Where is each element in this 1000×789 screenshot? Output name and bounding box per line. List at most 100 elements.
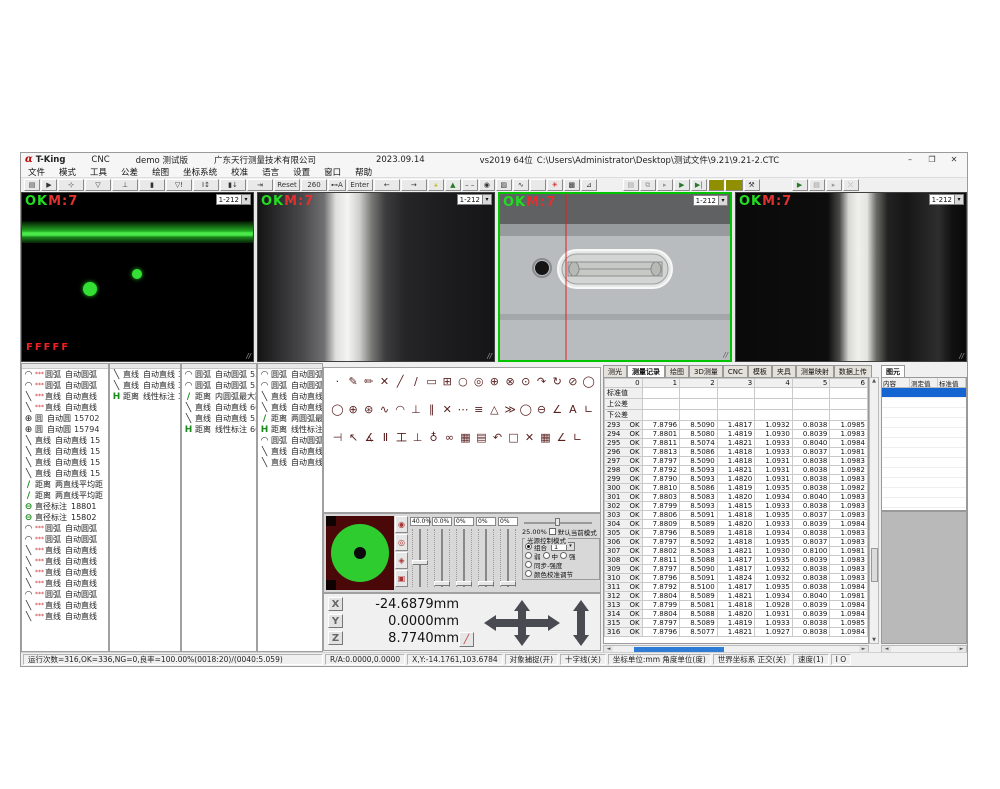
toolbox-tool-icon[interactable]: ✏: [361, 374, 376, 388]
toolbox-tool-icon[interactable]: ⊖: [534, 402, 549, 416]
table-row[interactable]: 316OK7.87968.50771.48211.09270.80381.098…: [605, 628, 868, 637]
light-slider-3[interactable]: 0%: [453, 516, 475, 592]
dither-2-button[interactable]: ▩: [564, 179, 580, 191]
table-row[interactable]: 297OK7.87978.50901.48181.09310.80381.098…: [605, 457, 868, 466]
tab-测量映射[interactable]: 测量映射: [796, 365, 834, 377]
feature-row[interactable]: ╲直线自动直线66: [182, 402, 256, 413]
ring-light-indicator[interactable]: [326, 516, 394, 590]
toolbox-tool-icon[interactable]: ·: [330, 374, 345, 388]
toolbox-tool-icon[interactable]: Ⅱ: [378, 430, 393, 444]
chart-tool-button[interactable]: ⊿: [581, 179, 597, 191]
table-row[interactable]: 314OK7.88048.50881.48201.09310.80391.098…: [605, 610, 868, 619]
feature-row[interactable]: ⊕圆自动圆15702: [22, 413, 108, 424]
table-row[interactable]: 307OK7.88028.50831.48211.09300.81001.098…: [605, 547, 868, 556]
feature-row[interactable]: ╲直线自动直线15: [22, 468, 108, 479]
feature-row[interactable]: H距离线性标注66: [182, 424, 256, 435]
shield-up-button[interactable]: ▽: [85, 179, 111, 191]
toolbox-tool-icon[interactable]: ◠: [393, 402, 408, 416]
feature-row[interactable]: ╲***直线自动直线: [22, 578, 108, 589]
toolbox-tool-icon[interactable]: ∠: [550, 402, 565, 416]
feature-row[interactable]: ╲直线自动直线15: [22, 457, 108, 468]
play-to-end-button[interactable]: ▶|: [691, 179, 707, 191]
camera-view-1[interactable]: OKM:7 1-212▾ FFFFF //: [21, 192, 254, 362]
toolbox-tool-icon[interactable]: ↖: [346, 430, 361, 444]
feature-row[interactable]: ╲直线自动直线55: [258, 402, 322, 413]
diagonal-move-button[interactable]: ╱: [459, 632, 474, 647]
menu-item-校准[interactable]: 校准: [224, 166, 255, 178]
toolbox-tool-icon[interactable]: ⊛: [361, 402, 376, 416]
toolbox-tool-icon[interactable]: ↶: [490, 430, 505, 444]
ring-light-button-4[interactable]: ▣: [395, 570, 408, 587]
table-row[interactable]: 299OK7.87908.50931.48201.09310.80381.098…: [605, 475, 868, 484]
element-row[interactable]: [882, 448, 966, 458]
default-mode-checkbox[interactable]: [549, 528, 556, 535]
chevron-down-icon[interactable]: ▾: [718, 196, 727, 205]
menu-item-设置[interactable]: 设置: [286, 166, 317, 178]
chevron-down-icon[interactable]: ▾: [954, 195, 963, 204]
element-row[interactable]: [882, 468, 966, 478]
light-slider-5[interactable]: 0%: [497, 516, 519, 592]
table-row[interactable]: 296OK7.88138.50861.48181.09330.80371.098…: [605, 448, 868, 457]
tab-测量记录[interactable]: 测量记录: [627, 365, 665, 377]
feature-row[interactable]: ⊕圆自动圆15794: [22, 424, 108, 435]
feature-row[interactable]: ╲直线自动直线15: [22, 435, 108, 446]
master-light-slider[interactable]: [524, 518, 592, 526]
table-row[interactable]: 309OK7.87978.50901.48171.09320.80381.098…: [605, 565, 868, 574]
feature-row[interactable]: ⊖直径标注18801: [22, 501, 108, 512]
element-row[interactable]: [882, 458, 966, 468]
slider-thumb[interactable]: [434, 581, 450, 586]
element-row[interactable]: [882, 408, 966, 418]
multi-run-button[interactable]: ⧉: [640, 179, 656, 191]
tab-数据上传[interactable]: 数据上传: [834, 365, 872, 377]
table-row[interactable]: 295OK7.88118.50741.48211.09330.80401.098…: [605, 439, 868, 448]
save-file-button[interactable]: ▤: [24, 179, 40, 191]
table-row[interactable]: 305OK7.87968.50891.48181.09340.80381.098…: [605, 529, 868, 538]
table-row[interactable]: 302OK7.87998.50931.48151.09330.80381.098…: [605, 502, 868, 511]
toolbox-tool-icon[interactable]: ✕: [522, 430, 537, 444]
toolbox-tool-icon[interactable]: ⊕: [346, 402, 361, 416]
feature-row[interactable]: ╲直线自动直线55: [258, 446, 322, 457]
toolbox-tool-icon[interactable]: □: [506, 430, 521, 444]
toolbox-tool-icon[interactable]: ↻: [550, 374, 565, 388]
feature-row[interactable]: ╲***直线自动直线: [22, 567, 108, 578]
element-row[interactable]: [882, 398, 966, 408]
toolbox-tool-icon[interactable]: ◯: [518, 402, 533, 416]
feature-row[interactable]: H距离线性标注55: [258, 424, 322, 435]
blank-box-button[interactable]: [530, 179, 546, 191]
radio-color-cal[interactable]: [525, 570, 532, 577]
slider-thumb[interactable]: [500, 581, 516, 586]
ring-light-button-3[interactable]: ◈: [395, 552, 408, 569]
toolbox-tool-icon[interactable]: ⊥: [410, 430, 425, 444]
minus-minus-button[interactable]: – –: [462, 179, 478, 191]
chevron-down-icon[interactable]: ▾: [241, 195, 250, 204]
toolbox-tool-icon[interactable]: ⊕: [487, 374, 502, 388]
menu-item-公差[interactable]: 公差: [114, 166, 145, 178]
curve-tool-button[interactable]: ∿: [513, 179, 529, 191]
menu-item-帮助[interactable]: 帮助: [348, 166, 379, 178]
run-tool-button[interactable]: ⚒: [744, 179, 760, 191]
light-slider-4[interactable]: 0%: [475, 516, 497, 592]
toolbox-tool-icon[interactable]: ⊞: [440, 374, 455, 388]
save-run-button[interactable]: ▤: [623, 179, 639, 191]
toolbox-tool-icon[interactable]: ∡: [362, 430, 377, 444]
camera-view-2[interactable]: OKM:7 1-212▾ //: [257, 192, 495, 362]
close-button[interactable]: ✕: [943, 153, 965, 166]
toolbox-tool-icon[interactable]: ◎: [471, 374, 486, 388]
tab-element[interactable]: 图元: [881, 365, 905, 377]
feature-row[interactable]: ╲直线自动直线34: [110, 369, 180, 380]
resize-grip-icon[interactable]: //: [487, 352, 492, 360]
feature-row[interactable]: ∕距离两圆弧最大距: [258, 413, 322, 424]
vertical-scrollbar[interactable]: ▲▼: [869, 377, 879, 644]
tab-模板[interactable]: 模板: [748, 365, 772, 377]
feature-row[interactable]: ╲直线自动直线55: [258, 457, 322, 468]
toolbox-tool-icon[interactable]: ▦: [458, 430, 473, 444]
toolbox-tool-icon[interactable]: ≡: [471, 402, 486, 416]
play-button[interactable]: ▶: [674, 179, 690, 191]
feature-row[interactable]: ╲直线自动直线34: [110, 380, 180, 391]
shield-down-button[interactable]: ▽!: [166, 179, 192, 191]
camera4-lens-select[interactable]: 1-212▾: [929, 194, 964, 205]
tab-绘图[interactable]: 绘图: [665, 365, 689, 377]
camera-view-3-selected[interactable]: OKM:7 1-212▾ //: [498, 192, 732, 362]
toolbox-tool-icon[interactable]: ⊥: [409, 402, 424, 416]
table-row[interactable]: 293OK7.87968.50901.48171.09320.80381.098…: [605, 421, 868, 430]
